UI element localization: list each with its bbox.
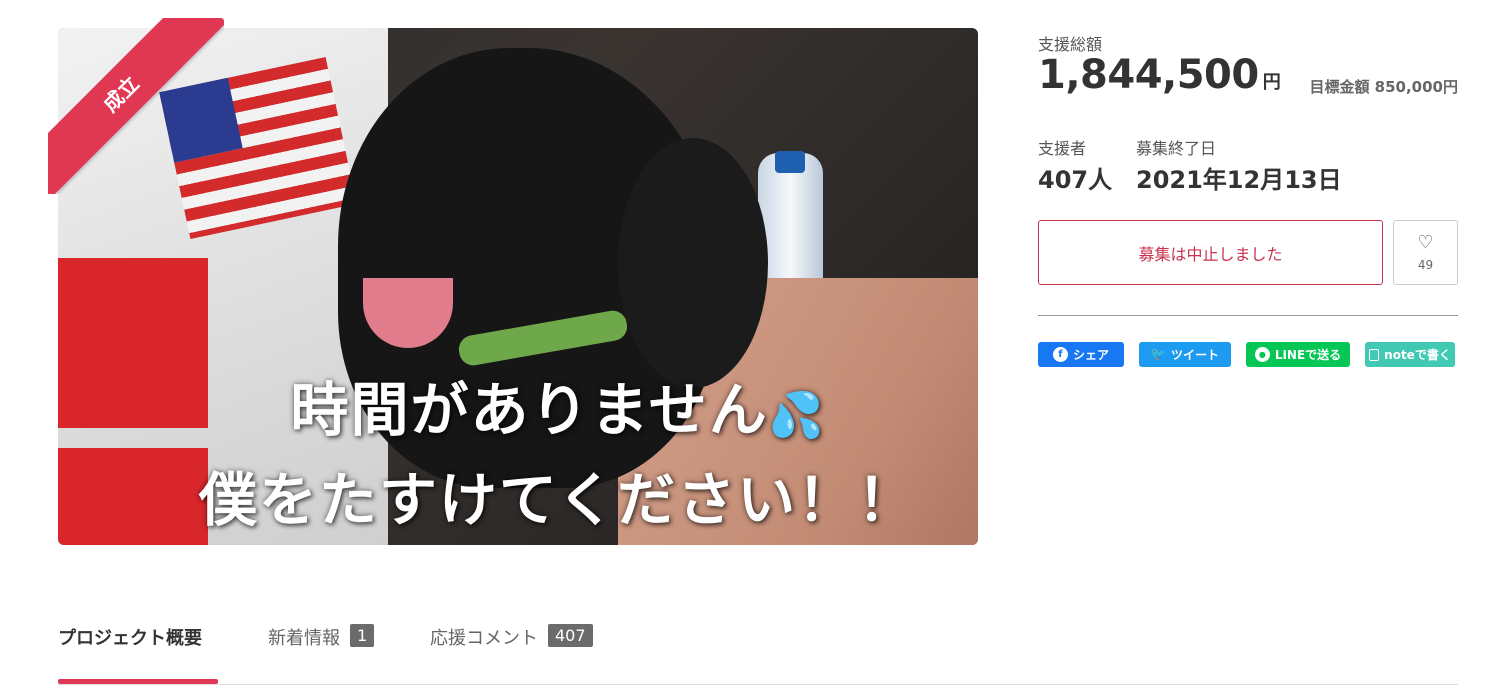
water-bottle xyxy=(758,153,823,298)
success-ribbon-label: 成立 xyxy=(48,18,224,194)
favorite-button[interactable]: ♡ 49 xyxy=(1393,220,1458,285)
twitter-icon: 🐦 xyxy=(1150,347,1167,362)
share-twitter-button[interactable]: 🐦 ツイート xyxy=(1139,342,1231,367)
total-amount: 1,844,500 円 xyxy=(1038,52,1281,98)
tab-comments[interactable]: 応援コメント 407 xyxy=(430,620,593,680)
comments-count-badge: 407 xyxy=(548,624,593,647)
end-date: 2021年12月13日 xyxy=(1136,166,1342,194)
divider xyxy=(1038,315,1458,316)
sweat-drops-icon: 💦 xyxy=(768,390,826,441)
project-tabs: プロジェクト概要 新着情報 1 応援コメント 407 xyxy=(58,620,1458,685)
share-facebook-button[interactable]: f シェア xyxy=(1038,342,1124,367)
line-icon: ● xyxy=(1254,347,1270,362)
heart-icon: ♡ xyxy=(1417,231,1434,253)
active-tab-indicator xyxy=(58,679,218,684)
image-caption-line2: 僕をたすけてください！！ xyxy=(198,466,918,534)
supporters-count: 407人 xyxy=(1038,166,1113,194)
share-note-button[interactable]: noteで書く xyxy=(1365,342,1455,367)
goal-amount: 目標金額 850,000円 xyxy=(1309,78,1458,96)
tab-overview[interactable]: プロジェクト概要 xyxy=(58,620,202,680)
tab-news[interactable]: 新着情報 1 xyxy=(268,620,375,680)
image-caption-line1: 時間がありません💦 xyxy=(290,376,826,444)
note-icon xyxy=(1369,348,1380,361)
news-count-badge: 1 xyxy=(350,624,375,647)
recruitment-stopped-label: 募集は中止しました xyxy=(1138,244,1283,264)
recruitment-stopped-button[interactable]: 募集は中止しました xyxy=(1038,220,1383,285)
supporters-label: 支援者 xyxy=(1038,139,1087,158)
total-unit: 円 xyxy=(1262,72,1281,93)
share-line-button[interactable]: ● LINEで送る xyxy=(1246,342,1350,367)
favorite-count: 49 xyxy=(1417,257,1434,272)
success-ribbon: 成立 xyxy=(48,18,224,194)
facebook-icon: f xyxy=(1052,347,1068,362)
end-date-label: 募集終了日 xyxy=(1136,139,1217,158)
